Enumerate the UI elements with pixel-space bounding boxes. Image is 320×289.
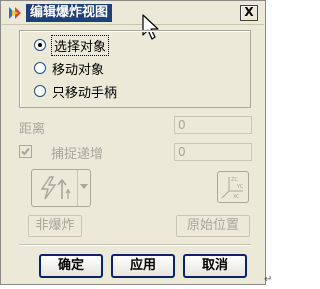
apply-button[interactable]: 应用	[111, 254, 175, 278]
unexplode-button[interactable]: 非爆炸	[28, 215, 82, 237]
snap-increment-field[interactable]: 0	[174, 143, 252, 161]
cancel-button[interactable]: 取消	[183, 254, 247, 278]
csys-axis-icon: ZC YC XC	[221, 177, 244, 200]
move-mode-group: 选择对象 移动对象 只移动手柄	[19, 30, 251, 108]
axis-label-xc: XC	[233, 194, 240, 200]
chevron-down-icon	[80, 184, 88, 189]
dropdown-arrow-area[interactable]	[77, 170, 90, 206]
distance-field[interactable]: 0	[174, 116, 252, 134]
csys-axis-button[interactable]: ZC YC XC	[217, 171, 249, 203]
snap-increment-label: 捕捉递增	[51, 147, 104, 162]
title-bar[interactable]: 编辑爆炸视图 X	[2, 2, 264, 25]
original-position-button[interactable]: 原始位置	[176, 215, 250, 237]
radio-move-handle-only[interactable]: 只移动手柄	[34, 81, 117, 101]
distance-label: 距离	[19, 122, 46, 137]
move-arrows-icon	[40, 176, 71, 200]
radio-label: 选择对象	[50, 34, 110, 56]
ok-button[interactable]: 确定	[39, 254, 103, 278]
checkmark-icon	[21, 147, 30, 156]
edit-explosion-view-dialog: 编辑爆炸视图 X 选择对象 移动对象 只移动手柄 距离 0 捕捉递增 0 ZC …	[0, 0, 266, 285]
radio-button[interactable]	[34, 39, 46, 51]
move-tool-dropdown[interactable]	[31, 169, 91, 207]
radio-button[interactable]	[34, 62, 46, 74]
paragraph-return-icon: ↵	[264, 274, 273, 285]
snap-increment-checkbox[interactable]	[19, 145, 32, 158]
window-title: 编辑爆炸视图	[26, 4, 113, 22]
radio-label: 移动对象	[52, 62, 105, 78]
radio-select-object[interactable]: 选择对象	[34, 34, 110, 56]
divider	[19, 244, 251, 246]
app-logo-icon	[9, 7, 21, 19]
radio-label: 只移动手柄	[52, 85, 118, 101]
radio-button[interactable]	[34, 85, 46, 97]
axis-label-yc: YC	[236, 184, 244, 190]
radio-move-object[interactable]: 移动对象	[34, 58, 104, 78]
axis-label-zc: ZC	[231, 177, 238, 183]
close-icon: X	[244, 5, 254, 19]
close-button[interactable]: X	[240, 5, 258, 21]
